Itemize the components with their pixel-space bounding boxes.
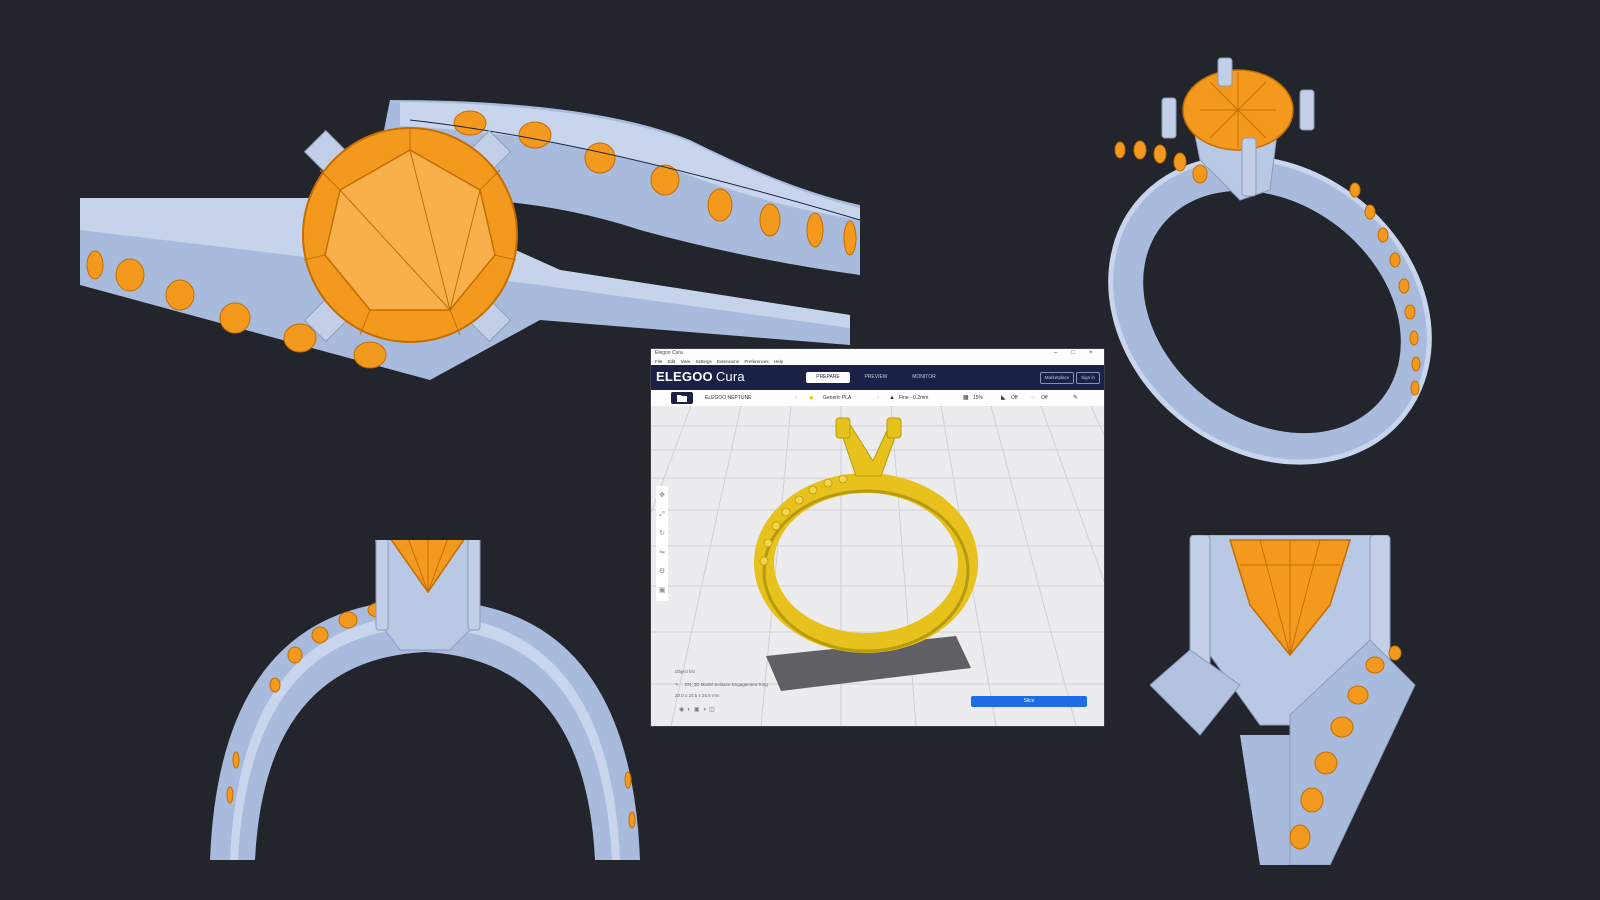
infill-icon: ▦ <box>963 395 969 401</box>
marketplace-button[interactable]: Marketplace <box>1040 372 1074 384</box>
elegoo-cura-logo: ELEGOO Cura <box>656 369 745 384</box>
cura-window: Elegoo Cura – □ × File Edit View Setting… <box>651 349 1104 726</box>
chevron-left-icon[interactable]: ‹ <box>795 390 797 406</box>
menu-extensions[interactable]: Extensions <box>717 359 739 364</box>
menu-bar: File Edit View Settings Extensions Prefe… <box>651 358 1104 365</box>
pencil-icon[interactable]: ✎ <box>675 682 679 688</box>
menu-view[interactable]: View <box>681 359 691 364</box>
transform-toolbar: ✥ ⤢ ↻ ⇋ ⚙ ▣ <box>656 486 668 601</box>
menu-help[interactable]: Help <box>774 359 783 364</box>
sign-in-button[interactable]: Sign in <box>1076 372 1100 384</box>
profile-selector[interactable]: Fine - 0.2mm <box>899 390 928 406</box>
slice-button[interactable]: Slice <box>971 696 1087 707</box>
view-orientation-icons[interactable]: ◉◐▣◑◫ <box>679 706 718 713</box>
chevron-left-icon-2[interactable]: ‹ <box>877 390 879 406</box>
build-plate-viewport[interactable]: ✥ ⤢ ↻ ⇋ ⚙ ▣ Object list EN_3D Model Soli… <box>651 405 1104 726</box>
support-blocker-icon[interactable]: ▣ <box>656 581 668 600</box>
scale-tool-icon[interactable]: ⤢ <box>656 505 668 524</box>
object-dimensions: 20.0 x 20.5 x 25.5 mm <box>675 693 720 698</box>
adhesion-icon: ◌ <box>1031 395 1035 401</box>
material-spool-icon: ● <box>809 393 814 402</box>
open-file-button[interactable] <box>671 392 693 404</box>
per-model-settings-icon[interactable]: ⚙ <box>656 562 668 581</box>
adhesion-value[interactable]: Off <box>1041 390 1048 406</box>
build-plate-grid <box>651 405 1104 726</box>
print-setup-toolbar: ELEGOO NEPTUNE ‹ ● Generic PLA ‹ ▲ Fine … <box>651 390 1104 407</box>
edit-settings-icon[interactable]: ✎ <box>1073 390 1078 406</box>
folder-icon <box>677 395 687 402</box>
menu-settings[interactable]: Settings <box>696 359 712 364</box>
app-header: ELEGOO Cura PREPARE PREVIEW MONITOR Marke… <box>651 365 1104 390</box>
ring-render-front-view <box>210 540 640 860</box>
support-value[interactable]: Off <box>1011 390 1018 406</box>
support-icon: ◣ <box>1001 395 1006 401</box>
window-titlebar: Elegoo Cura – □ × <box>651 349 1104 358</box>
ring-render-perspective-view <box>1108 57 1432 465</box>
mirror-tool-icon[interactable]: ⇋ <box>656 543 668 562</box>
move-tool-icon[interactable]: ✥ <box>656 486 668 505</box>
ring-render-side-view <box>1150 535 1416 865</box>
tab-prepare[interactable]: PREPARE <box>806 372 850 383</box>
infill-value[interactable]: 15% <box>973 390 983 406</box>
window-title: Elegoo Cura <box>655 350 683 356</box>
object-name: EN_3D Model Solitaire Engagement Ring <box>685 682 768 687</box>
printer-selector[interactable]: ELEGOO NEPTUNE <box>705 390 751 406</box>
tab-preview[interactable]: PREVIEW <box>854 372 898 383</box>
rotate-tool-icon[interactable]: ↻ <box>656 524 668 543</box>
object-list-toggle[interactable]: Object list <box>675 669 695 674</box>
tab-monitor[interactable]: MONITOR <box>902 372 946 383</box>
menu-edit[interactable]: Edit <box>668 359 676 364</box>
material-selector[interactable]: Generic PLA <box>823 390 851 406</box>
profile-icon: ▲ <box>889 395 895 401</box>
maximize-icon[interactable]: □ <box>1071 349 1075 358</box>
minimize-icon[interactable]: – <box>1054 349 1057 358</box>
menu-file[interactable]: File <box>655 359 662 364</box>
ring-model[interactable] <box>754 417 978 653</box>
menu-preferences[interactable]: Preferences <box>744 359 768 364</box>
close-icon[interactable]: × <box>1089 349 1093 358</box>
